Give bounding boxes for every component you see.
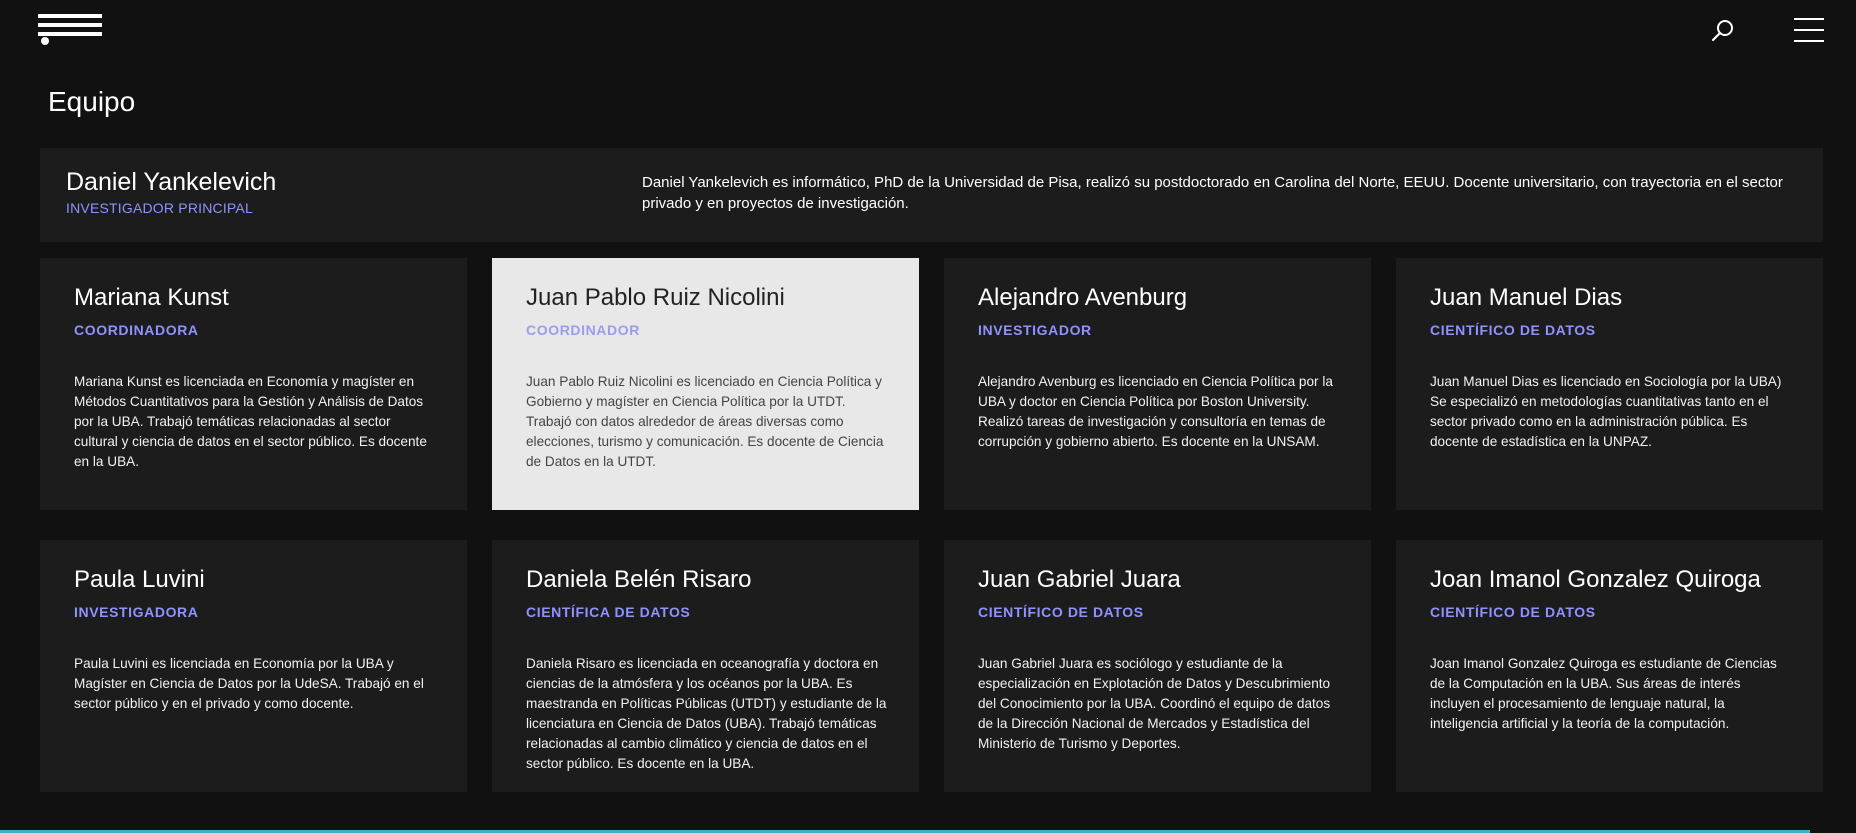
member-card[interactable]: Juan Manuel Dias CIENTÍFICO DE DATOS Jua… [1396, 258, 1823, 510]
member-name: Daniel Yankelevich [66, 168, 277, 196]
member-name: Juan Gabriel Juara [978, 566, 1181, 593]
member-bio: Juan Gabriel Juara es sociólogo y estudi… [978, 656, 1331, 751]
member-bio: Daniel Yankelevich es informático, PhD d… [642, 174, 1783, 212]
member-role: COORDINADOR [526, 322, 640, 338]
logo-lines-icon[interactable] [38, 14, 104, 48]
member-role: INVESTIGADOR [978, 322, 1092, 338]
member-bio: Daniela Risaro es licenciada en oceanogr… [526, 656, 887, 771]
member-card[interactable]: Mariana Kunst COORDINADORA Mariana Kunst… [40, 258, 467, 510]
member-role: COORDINADORA [74, 322, 199, 338]
member-name: Daniela Belén Risaro [526, 566, 752, 593]
member-role: INVESTIGADORA [74, 604, 199, 620]
member-card[interactable]: Daniela Belén Risaro CIENTÍFICA DE DATOS… [492, 540, 919, 792]
member-name: Alejandro Avenburg [978, 284, 1188, 311]
member-role: CIENTÍFICA DE DATOS [526, 604, 691, 620]
member-name: Joan Imanol Gonzalez Quiroga [1430, 566, 1761, 593]
member-role: INVESTIGADOR PRINCIPAL [66, 200, 253, 216]
member-bio: Alejandro Avenburg es licenciado en Cien… [978, 374, 1333, 449]
team-grid: Mariana Kunst COORDINADORA Mariana Kunst… [40, 258, 1823, 792]
featured-member-card[interactable]: Daniel Yankelevich INVESTIGADOR PRINCIPA… [40, 148, 1823, 242]
member-role: CIENTÍFICO DE DATOS [1430, 322, 1596, 338]
member-bio: Paula Luvini es licenciada en Economía p… [74, 656, 424, 711]
member-bio: Mariana Kunst es licenciada en Economía … [74, 374, 427, 469]
member-name: Juan Pablo Ruiz Nicolini [526, 284, 785, 311]
search-icon[interactable] [1710, 18, 1736, 44]
member-card[interactable]: Alejandro Avenburg INVESTIGADOR Alejandr… [944, 258, 1371, 510]
member-bio: Juan Manuel Dias es licenciado en Sociol… [1430, 374, 1782, 449]
member-bio: Juan Pablo Ruiz Nicolini es licenciado e… [526, 374, 884, 469]
member-role: CIENTÍFICO DE DATOS [1430, 604, 1596, 620]
hamburger-menu-icon[interactable] [1794, 16, 1826, 44]
member-name: Paula Luvini [74, 566, 205, 593]
page-title: Equipo [48, 86, 136, 117]
member-card[interactable]: Juan Gabriel Juara CIENTÍFICO DE DATOS J… [944, 540, 1371, 792]
member-role: CIENTÍFICO DE DATOS [978, 604, 1144, 620]
member-bio: Joan Imanol Gonzalez Quiroga es estudian… [1430, 656, 1777, 731]
member-card-hovered[interactable]: Juan Pablo Ruiz Nicolini COORDINADOR Jua… [492, 258, 919, 510]
member-card[interactable]: Joan Imanol Gonzalez Quiroga CIENTÍFICO … [1396, 540, 1823, 792]
site-header [0, 0, 1856, 60]
member-name: Mariana Kunst [74, 284, 229, 311]
member-card[interactable]: Paula Luvini INVESTIGADORA Paula Luvini … [40, 540, 467, 792]
member-name: Juan Manuel Dias [1430, 284, 1623, 311]
